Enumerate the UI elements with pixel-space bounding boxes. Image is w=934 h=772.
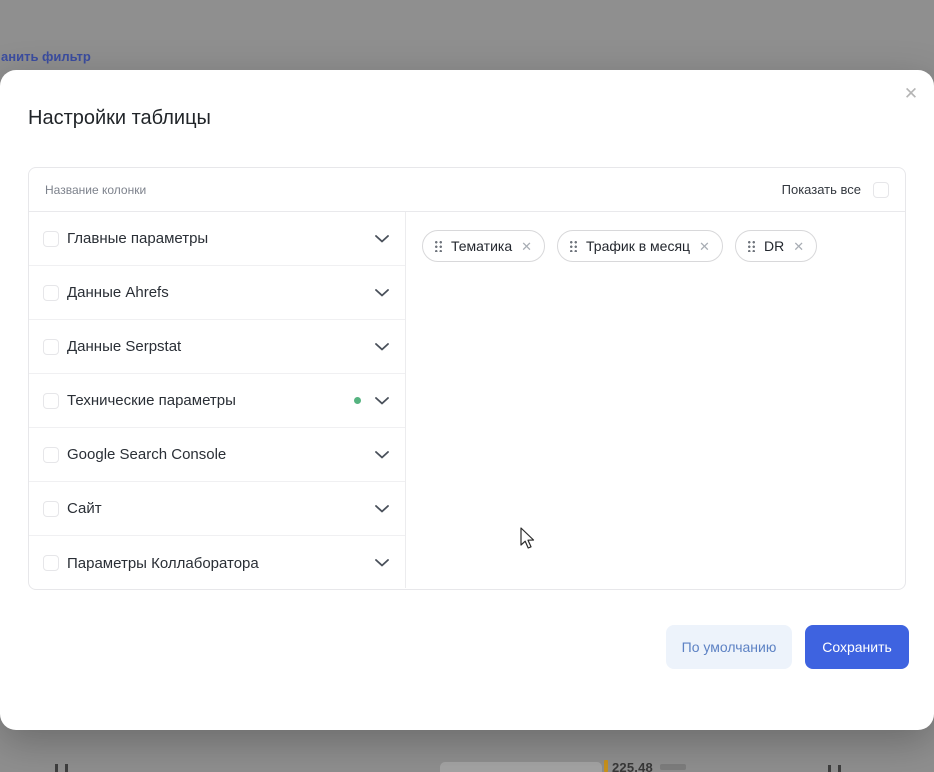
show-all-checkbox[interactable]: [873, 182, 889, 198]
category-checkbox[interactable]: [43, 285, 59, 301]
category-row-serpstat[interactable]: Данные Serpstat: [29, 320, 405, 374]
chip-label: Трафик в месяц: [586, 238, 690, 254]
chevron-down-icon[interactable]: [375, 451, 389, 459]
active-indicator-dot: [354, 397, 361, 404]
category-row-collaborator-params[interactable]: Параметры Коллаборатора: [29, 536, 405, 590]
chevron-down-icon[interactable]: [375, 505, 389, 513]
column-name-label: Название колонки: [45, 183, 146, 197]
chevron-down-icon[interactable]: [375, 559, 389, 567]
category-row-technical-params[interactable]: Технические параметры: [29, 374, 405, 428]
save-filter-link: анить фильтр: [1, 49, 91, 64]
category-checkbox[interactable]: [43, 231, 59, 247]
drag-handle-icon[interactable]: [570, 240, 577, 252]
remove-chip-icon[interactable]: ✕: [793, 240, 804, 253]
category-label: Технические параметры: [67, 392, 236, 409]
orange-marker-bar: [604, 760, 608, 772]
selected-columns-area: Тематика ✕ Трафик в месяц ✕ DR ✕: [406, 212, 905, 588]
table-settings-modal: Настройки таблицы ✕ Название колонки Пок…: [0, 70, 934, 730]
column-chip-dr[interactable]: DR ✕: [735, 230, 817, 262]
remove-chip-icon[interactable]: ✕: [699, 240, 710, 253]
panel-body: Главные параметры Данные Ahrefs: [29, 212, 905, 588]
category-row-main-params[interactable]: Главные параметры: [29, 212, 405, 266]
chevron-down-icon[interactable]: [375, 289, 389, 297]
close-icon[interactable]: ✕: [899, 82, 923, 106]
category-label: Google Search Console: [67, 446, 226, 463]
show-all-label: Показать все: [782, 182, 861, 197]
columns-panel: Название колонки Показать все Главные па…: [28, 167, 906, 590]
category-checkbox[interactable]: [43, 555, 59, 571]
category-label: Сайт: [67, 500, 102, 517]
chevron-down-icon[interactable]: [375, 397, 389, 405]
obscured-value-fragment: 225.48: [612, 760, 653, 772]
default-button[interactable]: По умолчанию: [666, 625, 792, 669]
drag-handle-icon[interactable]: [435, 240, 442, 252]
modal-title: Настройки таблицы: [28, 107, 211, 130]
category-label: Данные Serpstat: [67, 338, 181, 355]
category-checkbox[interactable]: [43, 447, 59, 463]
chips-container: Тематика ✕ Трафик в месяц ✕ DR ✕: [422, 230, 889, 262]
chip-label: Тематика: [451, 238, 512, 254]
chevron-down-icon[interactable]: [375, 235, 389, 243]
save-button[interactable]: Сохранить: [805, 625, 909, 669]
category-list: Главные параметры Данные Ahrefs: [29, 212, 406, 588]
category-checkbox[interactable]: [43, 393, 59, 409]
obscured-button-fragment: [440, 762, 602, 772]
obscured-unit-fragment: [660, 764, 686, 770]
chip-label: DR: [764, 238, 784, 254]
remove-chip-icon[interactable]: ✕: [521, 240, 532, 253]
show-all-control: Показать все: [782, 182, 889, 198]
category-label: Главные параметры: [67, 230, 208, 247]
category-label: Параметры Коллаборатора: [67, 555, 259, 572]
column-chip-traffic[interactable]: Трафик в месяц ✕: [557, 230, 723, 262]
column-chip-tematika[interactable]: Тематика ✕: [422, 230, 545, 262]
category-checkbox[interactable]: [43, 501, 59, 517]
category-checkbox[interactable]: [43, 339, 59, 355]
category-row-google-search-console[interactable]: Google Search Console: [29, 428, 405, 482]
chevron-down-icon[interactable]: [375, 343, 389, 351]
category-row-site[interactable]: Сайт: [29, 482, 405, 536]
drag-handle-icon[interactable]: [748, 240, 755, 252]
category-row-ahrefs[interactable]: Данные Ahrefs: [29, 266, 405, 320]
category-label: Данные Ahrefs: [67, 284, 169, 301]
panel-header: Название колонки Показать все: [29, 168, 905, 212]
